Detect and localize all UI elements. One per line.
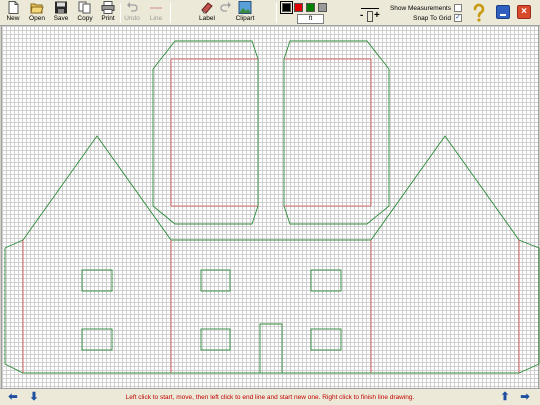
color-swatch-red[interactable] <box>294 3 303 12</box>
new-button[interactable]: New <box>4 1 22 25</box>
line-width-slider[interactable] <box>367 11 373 22</box>
line-width-decrease-icon[interactable]: - <box>360 11 363 21</box>
roof-panel-right <box>283 40 390 225</box>
line-width-increase-icon[interactable]: + <box>374 11 380 21</box>
copy-button[interactable]: Copy <box>75 1 95 25</box>
window <box>310 269 342 292</box>
copy-label: Copy <box>77 15 93 22</box>
show-measurements-checkbox[interactable] <box>454 4 462 12</box>
house-outline <box>4 135 540 374</box>
save-button[interactable]: Save <box>51 1 71 25</box>
close-button[interactable]: × <box>517 5 531 19</box>
redo-arrow-icon <box>220 2 231 12</box>
line-width-preview <box>361 8 379 9</box>
snap-to-grid-label: Snap To Grid <box>413 14 451 22</box>
drawing-canvas[interactable] <box>1 26 540 388</box>
printer-icon <box>101 1 115 14</box>
open-folder-icon <box>30 3 44 14</box>
minimize-button[interactable] <box>496 5 510 19</box>
floppy-disk-icon <box>55 1 67 14</box>
arrow-up-icon[interactable]: ⬆ <box>498 391 512 403</box>
window <box>310 328 342 351</box>
line-label: Line <box>149 15 163 22</box>
window <box>81 269 113 292</box>
print-button[interactable]: Print <box>99 1 117 25</box>
undo-label: Undo <box>124 15 140 22</box>
window <box>200 328 231 351</box>
show-measurements-option[interactable]: Show Measurements <box>390 4 462 12</box>
print-label: Print <box>101 15 115 22</box>
label-eraser-icon <box>201 2 213 14</box>
toolbar-separator <box>120 3 121 23</box>
open-label: Open <box>29 15 45 22</box>
arrow-right-icon[interactable]: ➡ <box>518 391 532 403</box>
color-swatch-gray[interactable] <box>318 3 327 12</box>
copy-icon <box>78 1 91 14</box>
toolbar: New Open Save Copy Print Undo Line Label… <box>0 0 540 26</box>
window <box>81 328 113 351</box>
line-button[interactable]: Line <box>146 1 166 25</box>
open-button[interactable]: Open <box>26 1 48 25</box>
show-measurements-label: Show Measurements <box>389 4 451 12</box>
toolbar-separator <box>170 3 171 23</box>
roof-panel-left <box>152 40 259 225</box>
snap-to-grid-checkbox[interactable]: ✓ <box>454 14 462 22</box>
clipart-label: Clipart <box>235 15 255 22</box>
label-label: Label <box>199 15 215 22</box>
line-tool-icon <box>150 7 162 9</box>
undo-button[interactable]: Undo <box>123 1 141 25</box>
house-template-drawing <box>4 40 540 374</box>
question-mark-icon[interactable] <box>470 3 488 23</box>
label-button[interactable]: Label <box>197 1 217 25</box>
clipart-picture-icon <box>238 1 252 14</box>
toolbar-separator <box>276 3 277 23</box>
status-message: Left click to start, move, then left cli… <box>125 394 415 401</box>
new-label: New <box>6 15 20 22</box>
clipart-button[interactable]: Clipart <box>235 1 255 25</box>
color-swatch-green[interactable] <box>306 3 315 12</box>
window <box>200 269 231 292</box>
new-document-icon <box>8 1 19 14</box>
undo-arrow-icon <box>127 2 138 12</box>
snap-to-grid-option[interactable]: Snap To Grid ✓ <box>413 14 462 22</box>
color-swatch-black[interactable] <box>280 1 293 14</box>
status-bar: ⬅ ⬇ Left click to start, move, then left… <box>0 388 540 405</box>
unit-field[interactable]: ft <box>297 14 324 24</box>
door <box>259 323 283 373</box>
redo-button[interactable] <box>219 1 233 25</box>
save-label: Save <box>53 15 69 22</box>
